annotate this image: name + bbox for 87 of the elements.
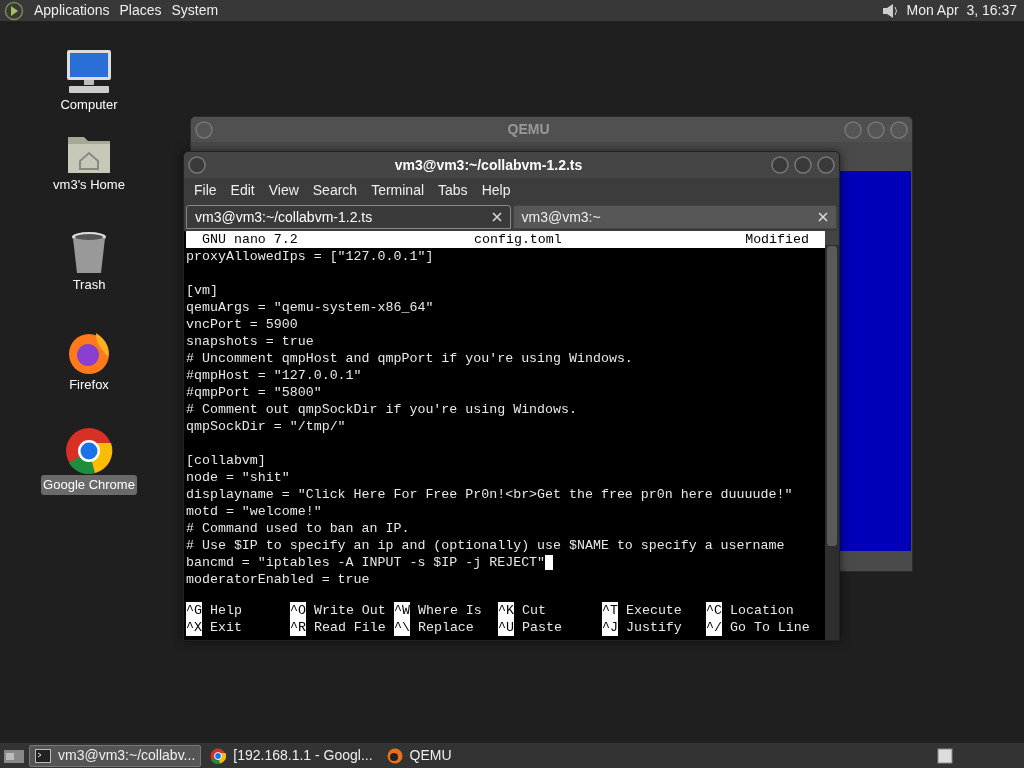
- code-line: # Uncomment qmpHost and qmpPort if you're using Windows.: [186, 350, 633, 367]
- menu-logo-icon[interactable]: [4, 0, 24, 21]
- code-line: qmpSockDir = "/tmp/": [186, 418, 346, 435]
- scrollbar[interactable]: [825, 231, 839, 640]
- code-line: motd = "welcome!": [186, 503, 322, 520]
- nano-filename: config.toml: [474, 231, 563, 248]
- code-line: moderatorEnabled = true: [186, 571, 370, 588]
- shortcut-label: Replace: [417, 619, 474, 636]
- shortcut-label: Paste: [521, 619, 562, 636]
- code-line: # Use $IP to specify an ip and (optionally) use $NAME to specify a username: [186, 537, 785, 554]
- window-control-icon[interactable]: [817, 156, 835, 174]
- desktop-icon-label[interactable]: Computer: [58, 95, 120, 115]
- terminal-tab[interactable]: vm3@vm3:~: [512, 205, 837, 229]
- panel-menu[interactable]: Places: [119, 0, 162, 21]
- taskbar-button[interactable]: QEMU: [381, 744, 457, 767]
- menu-item[interactable]: Help: [474, 180, 518, 201]
- window-menu-icon[interactable]: [188, 156, 206, 174]
- code-line: snapshots = true: [186, 333, 314, 350]
- shortcut-key: ^W: [394, 602, 410, 619]
- shortcut-label: Exit: [209, 619, 242, 636]
- shortcut-label: Help: [209, 602, 242, 619]
- shortcut-key: ^C: [706, 602, 722, 619]
- code-line: [collabvm]: [186, 452, 266, 469]
- terminal-icon: [35, 748, 51, 763]
- chrome-icon: [210, 747, 227, 764]
- close-icon[interactable]: [491, 212, 502, 222]
- shortcut-key: ^\: [394, 619, 410, 636]
- code-line: #qmpHost = "127.0.0.1": [186, 367, 362, 384]
- computer-icon: [64, 49, 114, 95]
- qemu-icon: [386, 747, 403, 764]
- shortcut-label: Justify: [625, 619, 682, 636]
- terminal-tab[interactable]: vm3@vm3:~/collabvm-1.2.ts: [186, 205, 511, 229]
- menu-item[interactable]: View: [261, 180, 306, 201]
- window-menu-icon[interactable]: [195, 120, 213, 139]
- menu-item[interactable]: Edit: [223, 180, 262, 201]
- window-control-icon[interactable]: [890, 120, 908, 139]
- menu-item[interactable]: Terminal: [364, 180, 432, 201]
- code-line: # Comment out qmpSockDir if you're using Windows.: [186, 401, 577, 418]
- menu-item[interactable]: File: [187, 180, 224, 201]
- code-line: displayname = "Click Here For Free Pr0n!<br>Get the free pr0n here duuuude!": [186, 486, 793, 503]
- shortcut-label: Where Is: [417, 602, 482, 619]
- close-icon[interactable]: [818, 212, 828, 222]
- shortcut-label: Go To Line: [729, 619, 810, 636]
- shortcut-key: ^T: [602, 602, 618, 619]
- code-line: vncPort = 5900: [186, 316, 298, 333]
- shortcut-label: Location: [729, 602, 794, 619]
- code-line: proxyAllowedIps = ["127.0.0.1"]: [186, 248, 434, 265]
- menu-item[interactable]: Tabs: [431, 180, 475, 201]
- shortcut-key: ^J: [602, 619, 618, 636]
- window-title: QEMU: [506, 120, 551, 139]
- panel-menu[interactable]: System: [171, 0, 219, 21]
- chrome-icon: [65, 427, 113, 475]
- shortcut-key: ^O: [290, 602, 306, 619]
- nano-status: Modified: [745, 231, 809, 248]
- shortcut-key: ^U: [498, 619, 514, 636]
- shortcut-key: ^/: [706, 619, 722, 636]
- desktop-icon-label[interactable]: Firefox: [67, 375, 111, 395]
- code-line: #qmpPort = "5800": [186, 384, 322, 401]
- shortcut-key: ^R: [290, 619, 306, 636]
- window-control-icon[interactable]: [867, 120, 885, 139]
- desktop-icon-label[interactable]: Trash: [70, 275, 108, 295]
- desktop-icon-label[interactable]: Google Chrome: [41, 475, 137, 495]
- window-control-icon[interactable]: [794, 156, 812, 174]
- code-line: [vm]: [186, 282, 218, 299]
- taskbar-button[interactable]: vm3@vm3:~/collabv...: [29, 744, 202, 767]
- shortcut-label: Read File: [313, 619, 386, 636]
- window-control-icon[interactable]: [771, 156, 789, 174]
- trash-icon: [70, 231, 108, 275]
- shortcut-label: Cut: [521, 602, 546, 619]
- menu-item[interactable]: Search: [305, 180, 365, 201]
- clock[interactable]: Mon Apr 3, 16:37: [906, 0, 1017, 21]
- panel-menu[interactable]: Applications: [34, 0, 110, 21]
- code-line: qemuArgs = "qemu-system-x86_64": [186, 299, 434, 316]
- taskbar-button[interactable]: [192.168.1.1 - Googl...: [205, 744, 378, 767]
- shortcut-key: ^G: [186, 602, 202, 619]
- shortcut-key: ^X: [186, 619, 202, 636]
- code-line: bancmd = "iptables -A INPUT -s $IP -j REJECT": [186, 554, 546, 571]
- nano-version: GNU nano 7.2: [202, 231, 299, 248]
- window-title: vm3@vm3:~/collabvm-1.2.ts: [393, 155, 584, 175]
- shortcut-label: Execute: [625, 602, 682, 619]
- shortcut-label: Write Out: [313, 602, 386, 619]
- window-control-icon[interactable]: [844, 120, 862, 139]
- desktop-icon-label[interactable]: vm3's Home: [51, 175, 127, 195]
- shortcut-key: ^K: [498, 602, 514, 619]
- code-line: node = "shit": [186, 469, 290, 486]
- code-line: # Command used to ban an IP.: [186, 520, 410, 537]
- workspace-icon[interactable]: [937, 747, 953, 764]
